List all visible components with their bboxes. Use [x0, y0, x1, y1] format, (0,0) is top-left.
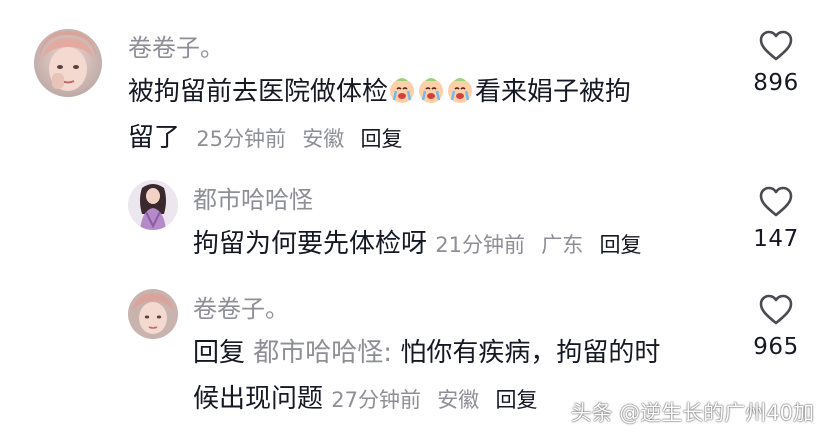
reply-location: 安徽 [437, 388, 480, 412]
comment-location: 安徽 [302, 127, 345, 151]
reply-time: 27分钟前 [331, 388, 422, 412]
reply-prefix: 回复 [193, 338, 246, 368]
like-button[interactable]: 896 [736, 30, 816, 95]
comment-username[interactable]: 卷卷子。 [128, 36, 224, 60]
reply-text: 拘留为何要先体检呀 21分钟前 广东 回复 [193, 221, 713, 268]
reply-username[interactable]: 都市哈哈怪 [193, 188, 313, 212]
reply-text-part: 候出现问题 [193, 384, 324, 414]
heart-outline-icon[interactable] [759, 186, 793, 218]
crying-emoji-icon [417, 73, 445, 103]
reply-button[interactable]: 回复 [496, 388, 538, 412]
like-button[interactable]: 147 [736, 186, 816, 251]
like-count: 147 [753, 226, 799, 252]
reply-button[interactable]: 回复 [361, 127, 403, 151]
heart-outline-icon[interactable] [759, 30, 793, 62]
reply-location: 广东 [541, 233, 584, 257]
comment-time: 25分钟前 [196, 127, 287, 151]
avatar[interactable] [128, 180, 178, 230]
crying-emoji-icon [446, 73, 474, 103]
reply-text-part: 怕你有疾病，拘留的时 [400, 338, 661, 368]
comment-section: 卷卷子。 被拘留前去医院做体检 看来娟子被拘 留了 25分钟前 安徽 回复 896… [0, 0, 828, 438]
comment-text-part: 看来娟子被拘 [475, 77, 632, 107]
reply-text-part: 拘留为何要先体检呀 [193, 229, 428, 259]
like-count: 965 [753, 334, 799, 360]
comment-text-part: 被拘留前去医院做体检 [128, 77, 389, 107]
comment-text-part: 留了 [128, 123, 181, 153]
reply-button[interactable]: 回复 [600, 233, 642, 257]
watermark: 头条 @逆生长的广州40加 [570, 401, 814, 425]
like-count: 896 [753, 70, 799, 96]
like-button[interactable]: 965 [736, 294, 816, 359]
comment-text: 被拘留前去医院做体检 看来娟子被拘 留了 25分钟前 安徽 回复 [128, 69, 728, 162]
heart-outline-icon[interactable] [759, 294, 793, 326]
avatar[interactable] [128, 289, 178, 339]
reply-time: 21分钟前 [435, 233, 526, 257]
crying-emoji-icon [388, 73, 416, 103]
avatar[interactable] [34, 29, 102, 97]
reply-mention[interactable]: 都市哈哈怪: [253, 338, 392, 368]
reply-username[interactable]: 卷卷子。 [193, 297, 289, 321]
